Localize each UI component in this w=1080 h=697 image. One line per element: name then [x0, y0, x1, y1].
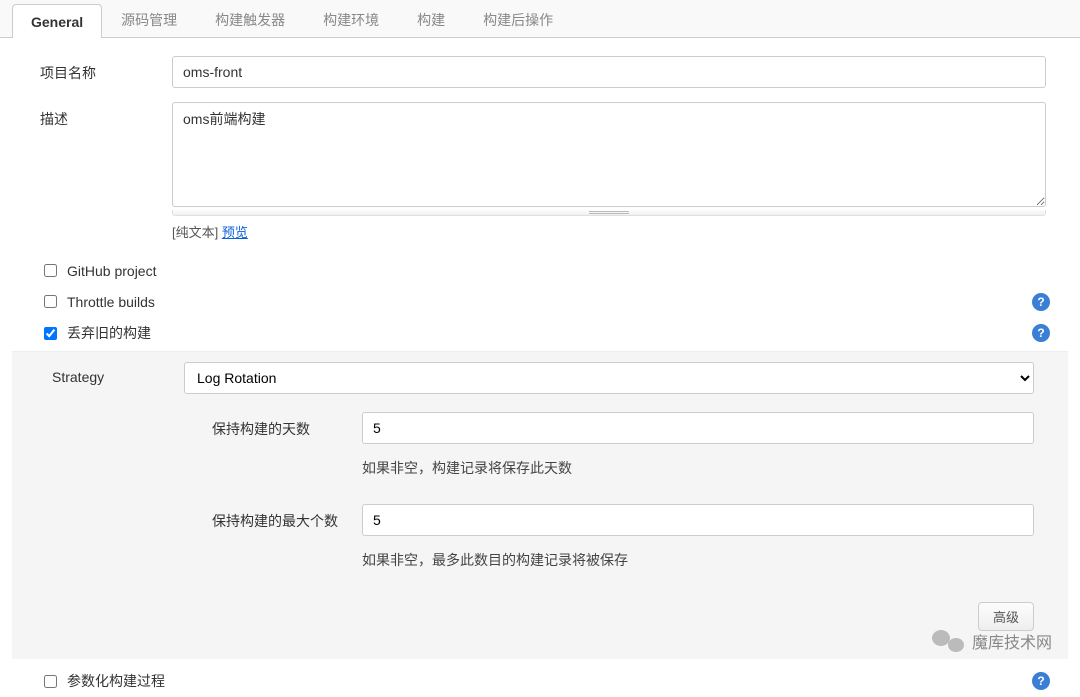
project-name-label: 项目名称: [12, 56, 172, 88]
help-icon[interactable]: ?: [1032, 672, 1050, 690]
throttle-builds-checkbox[interactable]: [44, 295, 57, 308]
throttle-builds-label: Throttle builds: [67, 294, 155, 310]
format-hint: [纯文本]: [172, 225, 222, 240]
tab-general[interactable]: General: [12, 4, 102, 38]
strategy-select[interactable]: Log Rotation: [184, 362, 1034, 394]
tab-build-env[interactable]: 构建环境: [304, 0, 398, 38]
strategy-label: Strategy: [24, 362, 184, 394]
parameterized-build-checkbox[interactable]: [44, 675, 57, 688]
config-tabs: General 源码管理 构建触发器 构建环境 构建 构建后操作: [0, 0, 1080, 38]
parameterized-build-label: 参数化构建过程: [67, 671, 165, 691]
tab-triggers[interactable]: 构建触发器: [196, 0, 304, 38]
help-icon[interactable]: ?: [1032, 324, 1050, 342]
tab-build[interactable]: 构建: [398, 0, 464, 38]
discard-old-builds-label: 丢弃旧的构建: [67, 323, 151, 343]
github-project-label: GitHub project: [67, 263, 156, 279]
discard-old-subsection: Strategy Log Rotation 保持构建的天数 如果非空，构建记录将…: [12, 351, 1068, 659]
max-builds-help: 如果非空，最多此数目的构建记录将被保存: [362, 550, 1034, 570]
description-label: 描述: [12, 102, 172, 241]
github-project-checkbox[interactable]: [44, 264, 57, 277]
general-section: 项目名称 描述 oms前端构建 [纯文本] 预览 GitHub project …: [0, 38, 1080, 697]
discard-old-builds-checkbox[interactable]: [44, 327, 57, 340]
max-builds-label: 保持构建的最大个数: [212, 504, 362, 578]
help-icon[interactable]: ?: [1032, 293, 1050, 311]
days-to-keep-input[interactable]: [362, 412, 1034, 444]
project-name-input[interactable]: [172, 56, 1046, 88]
tab-post-build[interactable]: 构建后操作: [464, 0, 572, 38]
preview-link[interactable]: 预览: [222, 225, 248, 240]
textarea-resize-handle[interactable]: [172, 210, 1046, 216]
days-to-keep-help: 如果非空，构建记录将保存此天数: [362, 458, 1034, 478]
advanced-button[interactable]: 高级: [978, 602, 1034, 631]
max-builds-input[interactable]: [362, 504, 1034, 536]
description-textarea[interactable]: oms前端构建: [172, 102, 1046, 207]
days-to-keep-label: 保持构建的天数: [212, 412, 362, 486]
tab-scm[interactable]: 源码管理: [102, 0, 196, 38]
